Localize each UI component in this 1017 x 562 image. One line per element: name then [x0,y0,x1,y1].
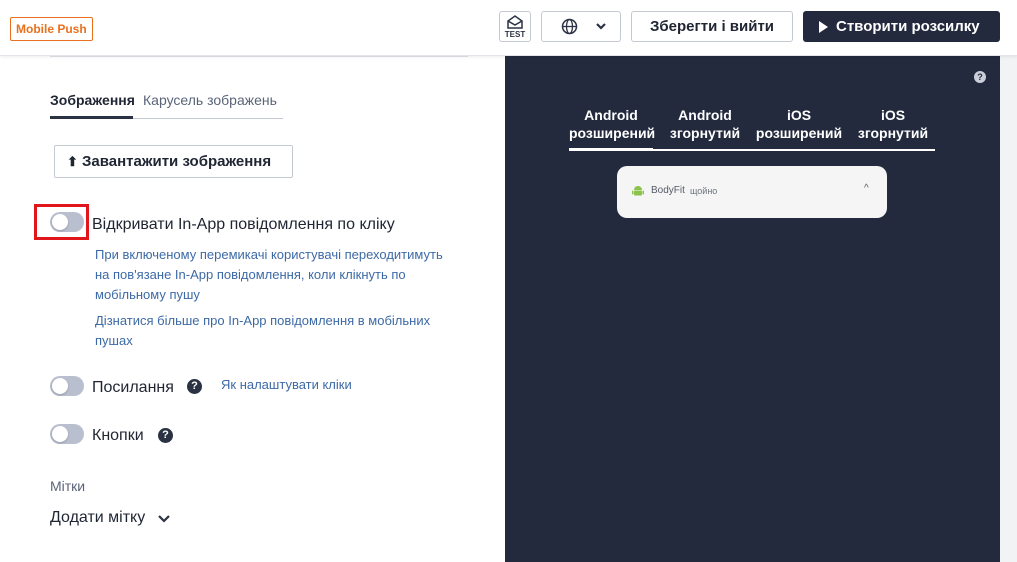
channel-badge: Mobile Push [10,17,93,41]
image-tabs: Зображення Карусель зображень [50,92,283,119]
preview-tabs: Android розширений Android згорнутий iOS… [569,106,935,151]
learn-more-link[interactable]: Дізнатися більше [95,313,200,328]
preview-panel: ? Android розширений Android згорнутий i… [505,56,1000,562]
push-notification-preview: BodyFit щойно ^ [617,166,887,218]
learn-more-rest: пушах [95,333,133,348]
create-campaign-button[interactable]: Створити розсилку [803,11,1000,42]
tab-android-expanded[interactable]: Android розширений [569,106,656,151]
inapp-toggle-label: Відкривати In-App повідомлення по кліку [92,216,395,233]
tab-line: Android [584,107,638,123]
buttons-toggle[interactable] [50,424,84,444]
tab-line: iOS [786,107,812,123]
toggle-knob [52,426,68,442]
chevron-down-icon[interactable] [157,512,171,524]
tab-line: розширений [755,125,843,141]
inapp-desc-line: мобільному пушу [95,287,200,302]
question-icon[interactable]: ? [974,71,986,83]
globe-icon [561,18,578,35]
buttons-toggle-label: Кнопки [92,427,144,444]
notification-time: щойно [690,186,718,196]
tab-line: iOS [880,107,906,123]
toggle-knob [52,378,68,394]
tags-label: Мітки [50,478,86,494]
chevron-down-icon [596,23,606,30]
create-campaign-label: Створити розсилку [836,18,980,35]
test-send-button[interactable]: TEST [499,11,531,42]
inapp-desc-line: на пов'язане In-App повідомлення, коли к… [95,267,406,282]
upload-icon: ⬆ [67,154,78,169]
envelope-icon [507,15,523,29]
learn-more-text: Дізнатися більше про In-App повідомлення… [95,311,465,351]
tab-image[interactable]: Зображення [50,92,135,119]
tab-line: розширений [569,125,656,141]
expand-caret-icon[interactable]: ^ [864,183,869,194]
settings-panel: Зображення Карусель зображень ⬆ Завантаж… [0,56,505,562]
play-icon [819,21,828,33]
links-toggle[interactable] [50,376,84,396]
toggle-knob [52,214,68,230]
android-icon [632,186,644,196]
how-to-setup-clicks-link[interactable]: Як налаштувати кліки [221,377,352,393]
tab-image-carousel[interactable]: Карусель зображень [143,92,277,109]
tab-line: згорнутий [857,125,929,141]
links-toggle-label: Посилання [92,379,174,396]
inapp-toggle[interactable] [50,212,84,232]
test-label: TEST [504,30,526,39]
learn-more-rest: про In-App повідомлення в мобільних [199,313,431,328]
tab-android-collapsed[interactable]: Android згорнутий [663,106,747,142]
top-bar: Mobile Push TEST Зберегти і вийти Створи… [0,0,1017,56]
question-icon[interactable]: ? [187,379,202,394]
upload-image-button[interactable]: ⬆ Завантажити зображення [54,145,293,178]
question-icon[interactable]: ? [158,428,173,443]
add-tag-dropdown[interactable]: Додати мітку [50,508,145,528]
inapp-desc-line: При включеному перемикачі користувачі пе… [95,247,443,262]
upload-image-label: Завантажити зображення [82,153,272,170]
language-selector[interactable] [541,11,621,42]
tab-line: згорнутий [669,125,741,141]
tab-line: Android [678,107,732,123]
tab-ios-collapsed[interactable]: iOS згорнутий [853,106,933,142]
notification-app-name: BodyFit [651,185,685,196]
inapp-description: При включеному перемикачі користувачі пе… [95,245,465,305]
save-and-exit-button[interactable]: Зберегти і вийти [631,11,793,42]
divider [50,56,468,57]
tab-ios-expanded[interactable]: iOS розширений [755,106,843,142]
